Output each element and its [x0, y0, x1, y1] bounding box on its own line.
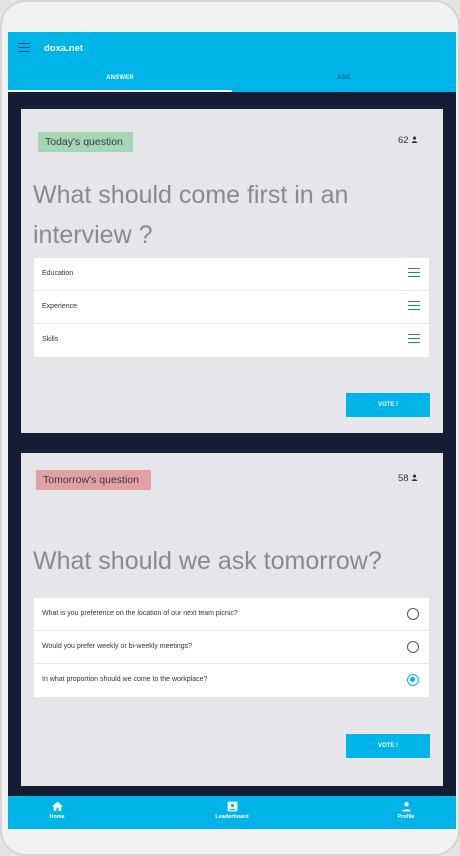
tab-bar: ANSWER ASK — [8, 67, 456, 92]
tab-indicator — [8, 90, 232, 92]
device-frame: doxa.net ANSWER ASK Today's question 62 … — [0, 0, 460, 856]
drag-handle-icon[interactable] — [408, 268, 420, 278]
profile-icon — [401, 802, 411, 812]
nav-profile-label: Profile — [397, 814, 415, 820]
tomorrow-question-text: What should we ask tomorrow? — [33, 547, 382, 575]
today-badge: Today's question — [38, 132, 133, 152]
today-option[interactable]: Education — [34, 258, 429, 291]
today-count-value: 62 — [398, 135, 409, 146]
leaderboard-icon — [227, 801, 237, 812]
drag-handle-icon[interactable] — [408, 334, 420, 344]
today-options-list: Education Experience Skills — [34, 258, 429, 357]
nav-profile[interactable]: Profile — [366, 800, 446, 820]
today-question-text: What should come first in an interview ? — [33, 181, 349, 249]
tomorrow-vote-count: 58 — [398, 473, 418, 484]
today-option[interactable]: Skills — [34, 324, 429, 357]
tab-ask[interactable]: ASK — [232, 67, 456, 92]
option-label: Skills — [42, 336, 59, 343]
tomorrow-option[interactable]: What is you preference on the location o… — [34, 598, 429, 631]
radio-button[interactable] — [407, 641, 419, 653]
app-bar: doxa.net ANSWER ASK — [8, 32, 456, 92]
today-option[interactable]: Experience — [34, 291, 429, 324]
person-icon — [411, 473, 418, 481]
app-title: doxa.net — [44, 43, 84, 54]
drag-handle-icon[interactable] — [408, 301, 420, 311]
option-label: Education — [42, 270, 74, 277]
nav-home[interactable]: Home — [17, 800, 97, 820]
tomorrow-vote-button[interactable]: VOTE ! — [346, 734, 430, 758]
nav-leaderboard-label: Leaderboard — [215, 814, 249, 820]
option-label: Would you prefer weekly or bi-weekly mee… — [42, 643, 193, 650]
tomorrow-option[interactable]: In what proportion should we come to the… — [34, 664, 429, 697]
tomorrow-option[interactable]: Would you prefer weekly or bi-weekly mee… — [34, 631, 429, 664]
nav-home-label: Home — [49, 814, 65, 820]
home-icon — [51, 801, 63, 811]
today-vote-button[interactable]: VOTE ! — [346, 393, 430, 417]
nav-leaderboard[interactable]: Leaderboard — [192, 800, 272, 820]
tomorrow-badge: Tomorrow's question — [36, 470, 151, 490]
person-icon — [411, 135, 418, 143]
today-question-card: Today's question 62 What should come fir… — [21, 109, 443, 433]
option-label: What is you preference on the location o… — [42, 610, 238, 617]
tomorrow-count-value: 58 — [398, 473, 409, 484]
menu-icon[interactable] — [18, 43, 30, 53]
bottom-navigation: Home Leaderboard Profile — [8, 796, 456, 829]
today-vote-count: 62 — [398, 135, 418, 146]
radio-button-selected[interactable] — [407, 674, 419, 686]
tab-answer[interactable]: ANSWER — [8, 67, 232, 92]
option-label: Experience — [42, 303, 78, 310]
tomorrow-question-card: Tomorrow's question 58 What should we as… — [21, 453, 443, 786]
option-label: In what proportion should we come to the… — [42, 676, 208, 683]
radio-button[interactable] — [407, 608, 419, 620]
app-screen: doxa.net ANSWER ASK Today's question 62 … — [8, 32, 456, 829]
tomorrow-options-list: What is you preference on the location o… — [34, 598, 429, 697]
